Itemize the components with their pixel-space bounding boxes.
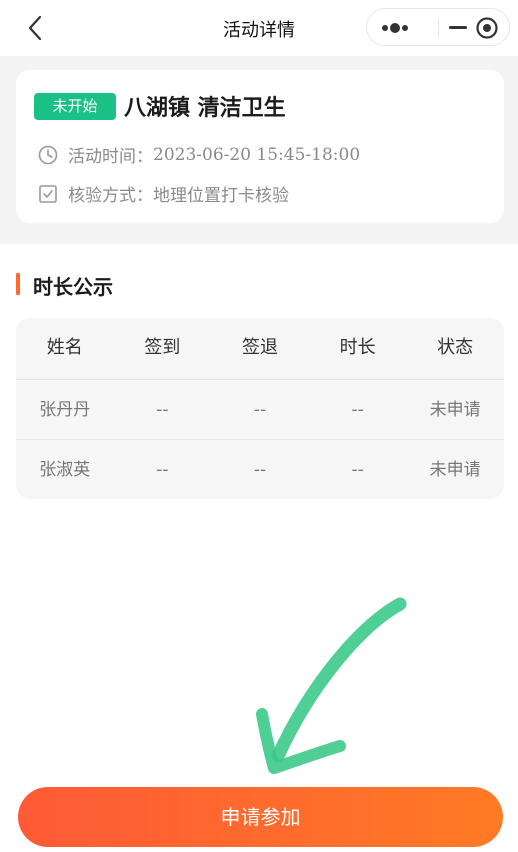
activity-title: 八湖镇 清洁卫生: [124, 96, 286, 121]
capsule-divider: [438, 19, 439, 37]
cell-name: 张淑英: [39, 460, 91, 480]
clock-icon: [38, 145, 58, 164]
checkbox-icon: [39, 184, 57, 203]
header-checkin: 签到: [144, 337, 181, 358]
activity-card: 未开始 八湖镇 清洁卫生 活动时间： 2023-06-20 15:45-18:0…: [16, 70, 504, 223]
more-button[interactable]: [379, 18, 431, 38]
green-arrow-icon: [256, 597, 407, 774]
time-value: 2023-06-20 15:45-18:00: [153, 144, 361, 165]
verify-value: 地理位置打卡核验: [153, 186, 289, 206]
time-label: 活动时间：: [68, 147, 153, 167]
table-row: 张丹丹 -- -- -- 未申请: [16, 379, 504, 440]
close-button[interactable]: [475, 16, 499, 40]
section-title: 时长公示: [33, 275, 113, 299]
cell-status: 未申请: [429, 460, 481, 480]
header-checkout: 签退: [241, 337, 278, 358]
target-close-icon: [476, 17, 498, 39]
duration-table: 姓名 签到 签退 时长 状态 张丹丹 -- -- -- 未申请 张淑英 -- -…: [16, 318, 504, 499]
more-dots-icon: [382, 23, 408, 33]
cell-checkin: --: [156, 400, 169, 420]
navigation-bar: 活动详情: [0, 0, 518, 56]
minimize-button[interactable]: [447, 18, 475, 38]
status-badge: 未开始: [34, 93, 116, 120]
cell-checkin: --: [156, 460, 169, 480]
table-header-row: 姓名 签到 签退 时长 状态: [16, 318, 504, 378]
cell-duration: --: [351, 460, 364, 480]
cell-checkout: --: [253, 400, 267, 420]
cell-name: 张丹丹: [39, 400, 91, 420]
verify-method-row: 核验方式： 地理位置打卡核验: [38, 181, 289, 206]
mini-program-capsule: [366, 8, 510, 46]
header-name: 姓名: [46, 337, 83, 358]
cell-status: 未申请: [429, 400, 481, 420]
cell-checkout: --: [253, 460, 267, 480]
apply-join-button[interactable]: 申请参加: [18, 787, 503, 847]
activity-time-row: 活动时间： 2023-06-20 15:45-18:00: [38, 142, 360, 167]
header-duration: 时长: [339, 337, 376, 358]
table-row: 张淑英 -- -- -- 未申请: [16, 439, 504, 499]
minus-icon: [449, 26, 467, 29]
section-accent-bar: [16, 273, 20, 295]
cell-duration: --: [351, 400, 364, 420]
header-status: 状态: [437, 337, 474, 358]
verify-label: 核验方式：: [68, 186, 153, 206]
activity-header-section: 未开始 八湖镇 清洁卫生 活动时间： 2023-06-20 15:45-18:0…: [0, 56, 518, 244]
